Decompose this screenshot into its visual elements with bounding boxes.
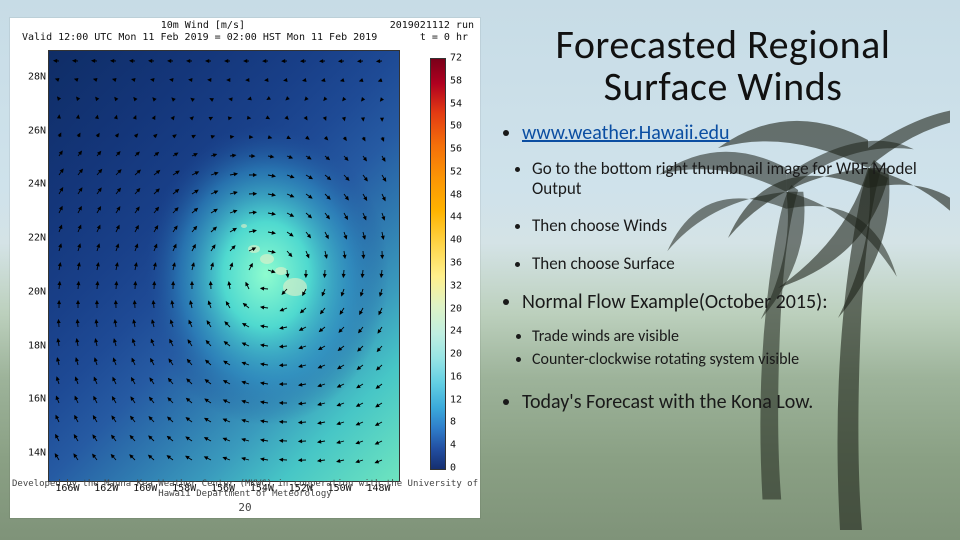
y-tick-label: 22N [16,233,46,244]
colorbar-tick-label: 12 [450,394,474,405]
colorbar-tick-label: 56 [450,144,474,155]
sub-bullet-list-2: Trade winds are visible Counter-clockwis… [500,328,946,369]
bullet-today: Today's Forecast with the Kona Low. [522,391,946,414]
weather-link[interactable]: www.weather.Hawaii.edu [522,121,730,145]
plot-footer-number: 20 [10,501,480,514]
bullet-list: Normal Flow Example(October 2015): [500,291,946,314]
colorbar-tick-label: 20 [450,303,474,314]
colorbar-tick-label: 50 [450,121,474,132]
plot-lead-time: t = 0 hr [420,32,468,43]
plot-header: 10m Wind [m/s] 2019021112 run Valid 12:0… [16,20,474,31]
colorbar-tick-label: 20 [450,349,474,360]
colorbar-tick-label: 4 [450,440,474,451]
colorbar-tick-label: 16 [450,371,474,382]
y-tick-label: 26N [16,125,46,136]
colorbar-tick-label: 44 [450,212,474,223]
sub-bullet: Then choose Surface [532,254,946,274]
wind-field [49,51,399,481]
sub-bullet: Then choose Winds [532,216,946,236]
y-tick-label: 14N [16,448,46,459]
sub-bullet: Trade winds are visible [532,328,946,346]
colorbar [430,58,446,470]
y-tick-label: 24N [16,179,46,190]
slide: 10m Wind [m/s] 2019021112 run Valid 12:0… [0,0,960,540]
plot-title: 10m Wind [m/s] [161,20,245,31]
colorbar-tick-label: 32 [450,280,474,291]
plot-valid-time: Valid 12:00 UTC Mon 11 Feb 2019 = 02:00 … [22,32,377,43]
sub-bullet-list-1: Go to the bottom right thumbnail image f… [500,159,946,273]
bullet-link: www.weather.Hawaii.edu [522,122,946,145]
wind-plot-panel: 10m Wind [m/s] 2019021112 run Valid 12:0… [10,18,480,518]
bullet-normal-flow: Normal Flow Example(October 2015): [522,291,946,314]
plot-footer: Developed by the Mauna Kea Weather Cente… [10,479,480,514]
sub-bullet: Go to the bottom right thumbnail image f… [532,159,946,198]
colorbar-tick-label: 58 [450,75,474,86]
bullet-list: Today's Forecast with the Kona Low. [500,391,946,414]
colorbar-tick-label: 54 [450,98,474,109]
plot-axes [48,50,400,482]
y-tick-label: 28N [16,71,46,82]
colorbar-tick-label: 48 [450,189,474,200]
sub-bullet: Counter-clockwise rotating system visibl… [532,351,946,369]
y-tick-label: 16N [16,394,46,405]
colorbar-tick-label: 8 [450,417,474,428]
plot-credit: Developed by the Mauna Kea Weather Cente… [12,479,478,499]
slide-title: Forecasted Regional Surface Winds [500,24,946,108]
bullet-list: www.weather.Hawaii.edu [500,122,946,145]
y-tick-label: 18N [16,340,46,351]
colorbar-tick-label: 52 [450,166,474,177]
colorbar-tick-label: 36 [450,258,474,269]
colorbar-tick-label: 40 [450,235,474,246]
plot-run-label: 2019021112 run [390,20,474,31]
y-tick-label: 20N [16,286,46,297]
colorbar-tick-label: 24 [450,326,474,337]
slide-content: Forecasted Regional Surface Winds www.we… [500,24,946,428]
colorbar-tick-label: 0 [450,463,474,474]
colorbar-tick-label: 72 [450,53,474,64]
